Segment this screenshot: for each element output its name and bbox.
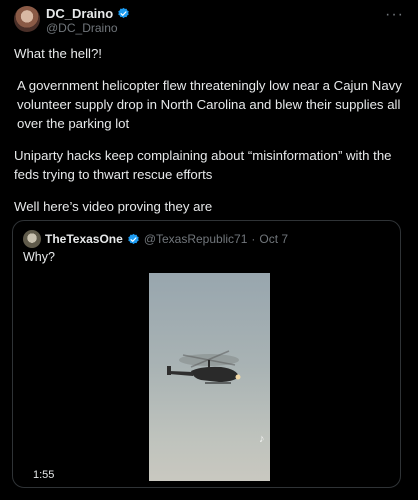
video-duration: 1:55 — [33, 469, 55, 481]
tweet: DC_Draino @DC_Draino ··· What the hell?!… — [0, 0, 418, 500]
author-avatar[interactable] — [14, 6, 40, 32]
verified-badge-icon — [128, 233, 139, 244]
quoted-display-name: TheTexasOne — [45, 232, 123, 246]
author-display-name[interactable]: DC_Draino — [46, 6, 113, 21]
verified-badge-icon — [118, 7, 129, 19]
more-options-icon[interactable]: ··· — [385, 6, 404, 24]
tweet-text: What the hell?! A government helicopter … — [14, 44, 404, 229]
helicopter-image — [167, 350, 241, 384]
quoted-author-avatar — [23, 230, 41, 248]
quoted-separator: · — [251, 232, 256, 246]
tweet-paragraph: Well here’s video proving they are — [14, 199, 213, 214]
video-player[interactable]: ♪ — [149, 273, 270, 481]
author-name-row: DC_Draino — [46, 6, 130, 21]
tweet-paragraph: A government helicopter flew threatening… — [17, 78, 402, 131]
tweet-paragraph: Uniparty hacks keep complaining about “m… — [14, 148, 392, 182]
quoted-header: TheTexasOne @TexasRepublic71 · Oct 7 — [45, 232, 288, 246]
quoted-text: Why? — [23, 250, 55, 264]
tiktok-watermark-icon: ♪ — [259, 433, 265, 445]
tweet-paragraph: What the hell?! — [14, 46, 102, 61]
quoted-handle: @TexasRepublic71 — [143, 232, 248, 246]
quoted-date: Oct 7 — [259, 232, 289, 246]
quoted-tweet[interactable]: TheTexasOne @TexasRepublic71 · Oct 7 Why… — [12, 220, 401, 488]
author-handle[interactable]: @DC_Draino — [46, 21, 118, 35]
